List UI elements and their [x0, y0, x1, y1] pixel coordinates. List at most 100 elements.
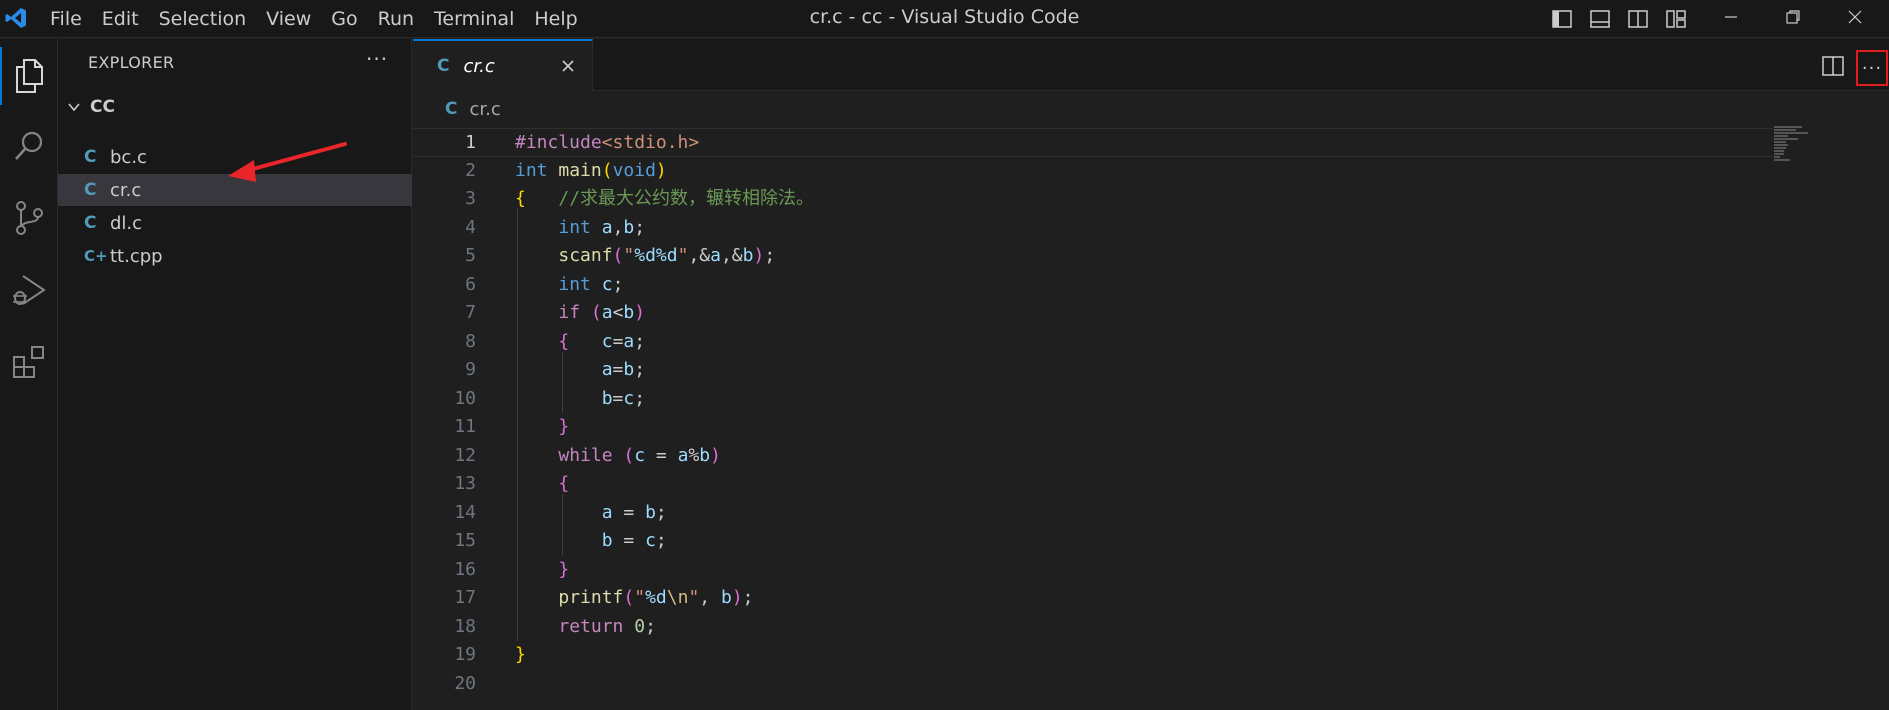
code-text: b=c; [601, 387, 646, 409]
explorer-icon[interactable] [0, 47, 58, 105]
breadcrumb-file[interactable]: cr.c [469, 99, 500, 120]
restore-icon[interactable] [1762, 0, 1824, 34]
tab-cr-c[interactable]: C cr.c [413, 39, 593, 91]
menu-file[interactable]: File [40, 0, 92, 38]
minimize-icon[interactable] [1700, 0, 1762, 34]
file-name: tt.cpp [110, 245, 163, 267]
code-text: printf("%d\n", b); [558, 587, 754, 608]
line-number: 12 [454, 444, 476, 466]
title-bar: File Edit Selection View Go Run Terminal… [0, 0, 1889, 38]
code-line[interactable]: 4 int a,b; [413, 214, 1773, 243]
run-and-debug-icon[interactable] [0, 261, 58, 319]
code-line[interactable]: 13 { [413, 470, 1773, 499]
code-line[interactable]: 7 if (a<b) [413, 299, 1773, 328]
line-number: 2 [465, 159, 476, 181]
line-number: 17 [454, 587, 476, 608]
menu-bar: File Edit Selection View Go Run Terminal… [40, 0, 588, 38]
layout-controls [1548, 5, 1690, 33]
code-editor[interactable]: 1 #include<stdio.h> 2 int main(void) 3 { //求最… [413, 126, 1889, 710]
code-line[interactable]: 20 [413, 670, 1773, 699]
menu-selection[interactable]: Selection [149, 0, 257, 38]
code-line[interactable]: 14 a = b; [413, 499, 1773, 528]
extensions-icon[interactable] [0, 333, 58, 391]
menu-run[interactable]: Run [368, 0, 424, 38]
code-line[interactable]: 6 int c; [413, 271, 1773, 300]
file-name: bc.c [110, 146, 147, 168]
code-text: { //求最大公约数，辗转相除法。 [515, 188, 815, 209]
file-item-dl-c[interactable]: C dl.c [58, 207, 412, 239]
line-number: 7 [465, 302, 476, 323]
code-line[interactable]: 19} [413, 641, 1773, 670]
window-controls [1700, 0, 1886, 38]
customize-layout-icon[interactable] [1662, 5, 1690, 33]
line-number: 3 [465, 188, 476, 209]
line-number: 20 [454, 672, 476, 694]
toggle-primary-sidebar-icon[interactable] [1548, 5, 1576, 33]
code-line[interactable]: 11 } [413, 413, 1773, 442]
line-number: 18 [454, 615, 476, 637]
file-item-bc-c[interactable]: C bc.c [58, 141, 412, 173]
explorer-sidebar: EXPLORER ··· CC C bc.c C cr.c C dl.c C+ … [58, 39, 412, 710]
code-text: b = c; [601, 530, 667, 551]
file-item-tt-cpp[interactable]: C+ tt.cpp [58, 240, 412, 272]
code-line[interactable]: 2 int main(void) [413, 157, 1773, 186]
c-file-icon: C [437, 56, 450, 76]
line-number: 10 [454, 387, 476, 409]
code-line[interactable]: 12 while (c = a%b) [413, 442, 1773, 471]
line-number: 1 [465, 132, 476, 153]
folder-cc[interactable]: CC [58, 93, 412, 121]
search-icon[interactable] [0, 117, 58, 175]
breadcrumb: C cr.c [413, 92, 1889, 126]
line-number: 13 [454, 473, 476, 494]
line-number: 16 [454, 558, 476, 580]
code-text: #include<stdio.h> [515, 132, 700, 153]
code-line[interactable]: 5 scanf("%d%d",&a,&b); [413, 242, 1773, 271]
vscode-logo-icon [4, 6, 28, 30]
menu-help[interactable]: Help [524, 0, 587, 38]
code-line[interactable]: 18 return 0; [413, 613, 1773, 642]
code-line[interactable]: 3 { //求最大公约数，辗转相除法。 [413, 185, 1773, 214]
c-file-icon: C [84, 213, 97, 233]
toggle-panel-icon[interactable] [1586, 5, 1614, 33]
menu-terminal[interactable]: Terminal [424, 0, 524, 38]
indent-guide [561, 494, 563, 555]
line-number: 19 [454, 644, 476, 665]
menu-edit[interactable]: Edit [92, 0, 149, 38]
code-line[interactable]: 17 printf("%d\n", b); [413, 584, 1773, 613]
c-file-icon: C [84, 180, 97, 200]
explorer-header: EXPLORER [88, 53, 175, 72]
code-text: int a,b; [558, 216, 646, 238]
code-line[interactable]: 1 #include<stdio.h> [413, 128, 1773, 157]
code-line[interactable]: 10 b=c; [413, 385, 1773, 414]
line-number: 9 [465, 359, 476, 380]
line-number: 14 [454, 501, 476, 523]
file-item-cr-c[interactable]: C cr.c [58, 174, 412, 206]
line-number: 15 [454, 530, 476, 551]
code-line[interactable]: 15 b = c; [413, 527, 1773, 556]
code-text: int c; [558, 273, 624, 295]
source-control-icon[interactable] [0, 189, 58, 247]
toggle-secondary-sidebar-icon[interactable] [1624, 5, 1652, 33]
code-text: { c=a; [558, 330, 646, 352]
code-text: scanf("%d%d",&a,&b); [558, 245, 776, 266]
indent-guide [561, 351, 563, 413]
code-line[interactable]: 9 a=b; [413, 356, 1773, 385]
close-tab-icon[interactable] [558, 56, 578, 76]
split-editor-icon[interactable] [1820, 53, 1846, 79]
minimap[interactable] [1774, 126, 1814, 176]
code-line[interactable]: 16 } [413, 556, 1773, 585]
file-name: dl.c [110, 212, 143, 234]
line-number: 6 [465, 273, 476, 295]
code-text: } [515, 644, 526, 665]
close-window-icon[interactable] [1824, 0, 1886, 34]
line-number: 8 [465, 330, 476, 352]
code-text: a=b; [601, 359, 646, 380]
chevron-down-icon [68, 103, 80, 112]
code-line[interactable]: 8 { c=a; [413, 328, 1773, 357]
editor-more-actions-button[interactable]: ··· [1856, 50, 1888, 86]
line-number: 4 [465, 216, 476, 238]
explorer-more-actions-icon[interactable]: ··· [366, 47, 388, 71]
menu-go[interactable]: Go [321, 0, 367, 38]
menu-view[interactable]: View [256, 0, 321, 38]
indent-guide [517, 209, 518, 641]
